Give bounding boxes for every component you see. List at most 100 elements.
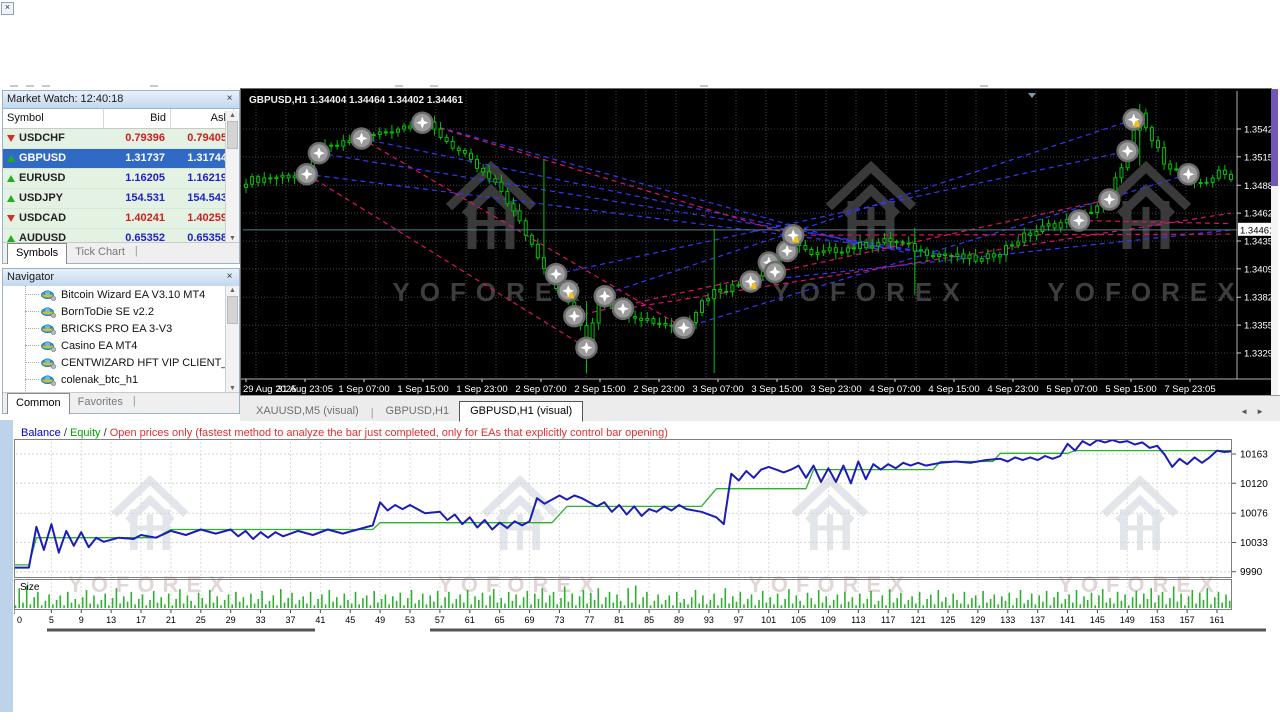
market-watch-rows: USDCHF 0.79396 0.79405 GBPUSD 1.31737 1.… bbox=[3, 129, 239, 249]
tab-gbpusd-h1-visual[interactable]: GBPUSD,H1 (visual) bbox=[459, 401, 583, 422]
tester-side-label: Tester bbox=[0, 685, 2, 694]
svg-text:5 Sep 07:00: 5 Sep 07:00 bbox=[1046, 384, 1097, 395]
svg-text:113: 113 bbox=[851, 615, 865, 625]
navigator-titlebar: Navigator × bbox=[3, 269, 239, 287]
expert-advisor-icon bbox=[41, 306, 56, 318]
scroll-up-icon[interactable]: ▲ bbox=[226, 112, 239, 119]
ea-name-label: BRICKS PRO EA 3-V3 bbox=[61, 323, 172, 335]
svg-text:105: 105 bbox=[791, 615, 806, 625]
scrollbar-thumb[interactable] bbox=[227, 121, 238, 149]
close-icon[interactable]: × bbox=[1, 2, 14, 15]
svg-text:81: 81 bbox=[614, 615, 624, 625]
svg-text:1.33555: 1.33555 bbox=[1244, 321, 1271, 332]
close-icon[interactable]: × bbox=[223, 93, 236, 106]
chart-window: YOFOREXYOFOREXYOFOREX1.354201.351551.348… bbox=[240, 88, 1272, 396]
scrollbar-thumb[interactable] bbox=[227, 296, 238, 324]
svg-text:1.34620: 1.34620 bbox=[1244, 209, 1271, 220]
market-watch-titlebar: Market Watch: 12:40:18 × bbox=[3, 91, 239, 109]
navigator-scrollbar[interactable]: ▲ ▼ bbox=[225, 286, 239, 393]
scrollbar-thumb[interactable] bbox=[1271, 89, 1278, 186]
svg-text:10120: 10120 bbox=[1240, 479, 1268, 490]
column-symbol[interactable]: Symbol bbox=[3, 109, 104, 128]
bid-value: 1.40241 bbox=[103, 209, 169, 228]
ea-name-label: colenak_btc_h1 bbox=[61, 374, 138, 386]
svg-text:33: 33 bbox=[256, 615, 266, 625]
tab-separator: | bbox=[133, 243, 140, 259]
tab-tick-chart[interactable]: Tick Chart bbox=[67, 243, 133, 263]
navigator-ea-item[interactable]: colenak_btc_h1 bbox=[3, 371, 225, 388]
ask-value: 0.79405 bbox=[169, 129, 231, 148]
svg-text:3 Sep 15:00: 3 Sep 15:00 bbox=[751, 384, 802, 395]
svg-text:2 Sep 15:00: 2 Sep 15:00 bbox=[574, 384, 625, 395]
svg-text:37: 37 bbox=[285, 615, 295, 625]
navigator-ea-item[interactable]: Casino EA MT4 bbox=[3, 337, 225, 354]
tester-graph[interactable]: YOFOREXYOFOREXYOFOREXYOFOREX101631012010… bbox=[14, 424, 1270, 664]
svg-text:9990: 9990 bbox=[1240, 567, 1263, 578]
svg-text:137: 137 bbox=[1030, 615, 1045, 625]
expert-advisor-icon bbox=[41, 289, 56, 301]
price-direction-icon bbox=[7, 135, 15, 142]
svg-text:9: 9 bbox=[79, 615, 84, 625]
svg-text:57: 57 bbox=[435, 615, 445, 625]
market-watch-scrollbar[interactable]: ▲ ▼ bbox=[225, 111, 239, 243]
svg-text:7 Sep 23:05: 7 Sep 23:05 bbox=[1164, 384, 1215, 395]
svg-text:153: 153 bbox=[1150, 615, 1165, 625]
ea-name-label: CENTWIZARD HFT VIP CLIENT_ bbox=[61, 357, 225, 369]
tab-prev-icon[interactable]: ◄ bbox=[1240, 407, 1256, 416]
scroll-down-icon[interactable]: ▼ bbox=[226, 385, 239, 392]
scroll-up-icon[interactable]: ▲ bbox=[226, 287, 239, 294]
market-watch-row[interactable]: GBPUSD 1.31737 1.31744 bbox=[3, 149, 239, 169]
tester-side-tab[interactable]: Tester bbox=[0, 685, 13, 709]
market-watch-row[interactable]: USDCHF 0.79396 0.79405 bbox=[3, 129, 239, 149]
scroll-down-icon[interactable]: ▼ bbox=[226, 235, 239, 242]
svg-text:133: 133 bbox=[1000, 615, 1015, 625]
svg-text:125: 125 bbox=[940, 615, 955, 625]
svg-text:1.35420: 1.35420 bbox=[1244, 125, 1271, 136]
mt4-terminal: Market Watch: 12:40:18 × Symbol Bid Ask … bbox=[0, 0, 1280, 720]
svg-text:1.34461: 1.34461 bbox=[1240, 225, 1271, 236]
tab-common[interactable]: Common bbox=[7, 393, 70, 414]
expert-advisor-icon bbox=[41, 323, 56, 335]
svg-text:1.35155: 1.35155 bbox=[1244, 152, 1271, 163]
tab-favorites[interactable]: Favorites bbox=[70, 393, 131, 413]
svg-text:61: 61 bbox=[465, 615, 475, 625]
symbol-label: GBPUSD bbox=[19, 149, 66, 168]
close-icon[interactable]: × bbox=[223, 271, 236, 284]
market-watch-tabs: Symbols Tick Chart | bbox=[3, 242, 239, 263]
svg-text:YOFOREX: YOFOREX bbox=[1047, 277, 1244, 307]
navigator-ea-item[interactable]: Bitcoin Wizard EA V3.10 MT4 bbox=[3, 286, 225, 303]
price-direction-icon bbox=[7, 195, 15, 202]
svg-text:1.33820: 1.33820 bbox=[1244, 293, 1271, 304]
svg-text:101: 101 bbox=[761, 615, 776, 625]
tab-next-icon[interactable]: ► bbox=[1256, 407, 1272, 416]
gbpusd-h1-chart[interactable]: YOFOREXYOFOREXYOFOREX1.354201.351551.348… bbox=[241, 89, 1271, 396]
navigator-ea-item[interactable]: BRICKS PRO EA 3-V3 bbox=[3, 320, 225, 337]
svg-text:5: 5 bbox=[49, 615, 54, 625]
svg-text:1.34355: 1.34355 bbox=[1244, 237, 1271, 248]
navigator-ea-item[interactable]: BornToDie SE v2.2 bbox=[3, 303, 225, 320]
ask-value: 1.40259 bbox=[169, 209, 231, 228]
svg-text:85: 85 bbox=[644, 615, 654, 625]
column-bid[interactable]: Bid bbox=[104, 109, 171, 128]
svg-text:1 Sep 15:00: 1 Sep 15:00 bbox=[397, 384, 448, 395]
svg-text:10163: 10163 bbox=[1240, 450, 1268, 461]
svg-text:10076: 10076 bbox=[1240, 509, 1268, 520]
tab-symbols[interactable]: Symbols bbox=[7, 243, 67, 264]
tab-xauusd-m5-visual[interactable]: XAUUSD,M5 (visual) bbox=[246, 402, 369, 421]
market-watch-row[interactable]: USDCAD 1.40241 1.40259 bbox=[3, 209, 239, 229]
symbol-label: USDCHF bbox=[19, 129, 65, 148]
tab-separator: | bbox=[369, 405, 376, 421]
tester-side-strip bbox=[0, 420, 13, 712]
svg-text:141: 141 bbox=[1060, 615, 1075, 625]
svg-text:YOFOREX: YOFOREX bbox=[1058, 572, 1222, 597]
navigator-ea-item[interactable]: CENTWIZARD HFT VIP CLIENT_ bbox=[3, 354, 225, 371]
market-watch-row[interactable]: USDJPY 154.531 154.543 bbox=[3, 189, 239, 209]
market-watch-row[interactable]: EURUSD 1.16205 1.16219 bbox=[3, 169, 239, 189]
svg-text:YOFOREX: YOFOREX bbox=[772, 277, 969, 307]
svg-text:41: 41 bbox=[315, 615, 325, 625]
svg-text:65: 65 bbox=[495, 615, 505, 625]
ea-name-label: BornToDie SE v2.2 bbox=[61, 306, 154, 318]
svg-text:77: 77 bbox=[584, 615, 594, 625]
window-scrollbar[interactable] bbox=[1271, 89, 1278, 395]
tab-gbpusd-h1[interactable]: GBPUSD,H1 bbox=[376, 402, 460, 421]
